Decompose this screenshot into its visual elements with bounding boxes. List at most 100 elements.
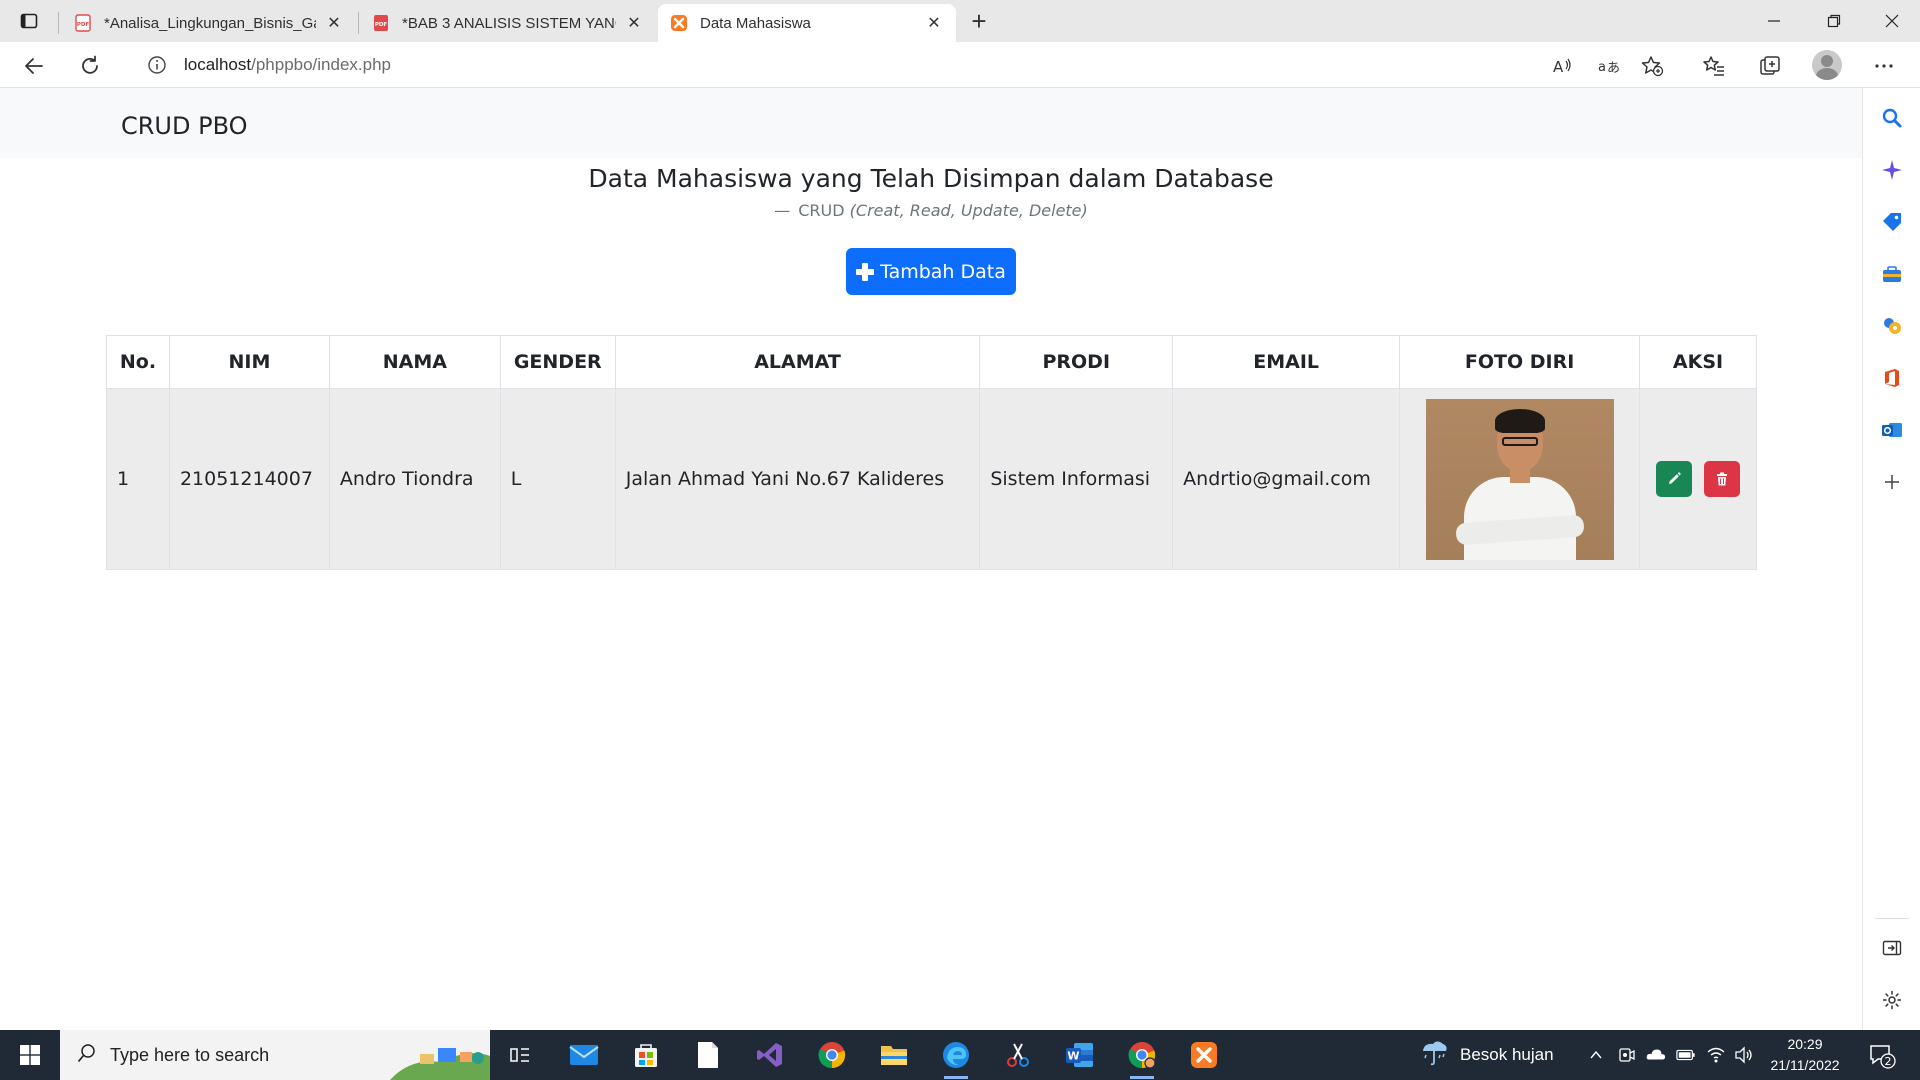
profile-avatar[interactable]	[1812, 50, 1842, 80]
windows-start-icon[interactable]	[0, 1030, 60, 1080]
cell-foto	[1399, 388, 1641, 570]
close-icon[interactable]: ✕	[324, 13, 344, 33]
add-icon[interactable]	[1879, 469, 1905, 495]
clock-date: 21/11/2022	[1770, 1057, 1840, 1073]
search-placeholder: Type here to search	[110, 1044, 270, 1065]
info-icon[interactable]	[146, 54, 168, 76]
plus-icon	[856, 262, 875, 281]
xampp-icon[interactable]	[1184, 1035, 1224, 1075]
edge-sidebar	[1862, 88, 1920, 1030]
outlook-icon[interactable]	[1879, 417, 1905, 443]
pdf-icon: PDF	[74, 14, 92, 32]
tools-icon[interactable]	[1879, 261, 1905, 287]
refresh-icon[interactable]	[72, 48, 108, 84]
mail-icon[interactable]	[564, 1035, 604, 1075]
taskbar-search[interactable]: Type here to search	[60, 1030, 490, 1080]
weather-widget[interactable]: Besok hujan	[1420, 1030, 1554, 1080]
col-header-gender: GENDER	[499, 335, 616, 389]
page-subtitle: — CRUD (Creat, Read, Update, Delete)	[774, 201, 1088, 220]
snipping-tool-icon[interactable]	[998, 1035, 1038, 1075]
restore-icon[interactable]	[1806, 0, 1862, 42]
tab-analisa[interactable]: PDF *Analisa_Lingkungan_Bisnis_Garuda ✕	[62, 4, 356, 42]
system-clock[interactable]: 20:29 21/11/2022	[1755, 1034, 1855, 1076]
address-bar[interactable]: localhost/phppbo/index.php	[124, 46, 1644, 84]
wifi-icon[interactable]	[1706, 1045, 1726, 1065]
svg-text:a: a	[1598, 60, 1606, 75]
new-tab-button[interactable]: +	[964, 6, 994, 36]
close-window-icon[interactable]	[1864, 0, 1920, 42]
close-icon[interactable]: ✕	[624, 13, 644, 33]
weather-text: Besok hujan	[1460, 1045, 1554, 1064]
close-icon[interactable]: ✕	[924, 13, 944, 33]
pdf-icon: PDF	[372, 14, 390, 32]
hide-sidebar-icon[interactable]	[1879, 935, 1905, 961]
onedrive-icon[interactable]	[1646, 1045, 1666, 1065]
sidebar-divider	[1875, 918, 1909, 919]
task-view-icon[interactable]	[500, 1035, 540, 1075]
delete-button[interactable]	[1704, 461, 1741, 497]
settings-gear-icon[interactable]	[1879, 987, 1905, 1013]
url-text[interactable]: localhost/phppbo/index.php	[184, 55, 391, 75]
svg-text:あ: あ	[1607, 61, 1619, 76]
read-aloud-icon[interactable]: A	[1546, 50, 1578, 82]
more-icon[interactable]	[1868, 50, 1900, 82]
col-header-nim: NIM	[168, 335, 330, 389]
tab-strip: PDF *Analisa_Lingkungan_Bisnis_Garuda ✕ …	[0, 0, 1920, 42]
back-icon[interactable]	[16, 48, 52, 84]
pencil-icon	[1669, 472, 1681, 484]
edit-button[interactable]	[1656, 461, 1692, 497]
minimize-icon[interactable]	[1746, 0, 1802, 42]
trash-icon	[1717, 472, 1728, 486]
file-explorer-icon[interactable]	[874, 1035, 914, 1075]
visual-studio-icon[interactable]	[750, 1035, 790, 1075]
chrome-profile-icon[interactable]	[1122, 1035, 1162, 1079]
col-header-foto: FOTO DIRI	[1399, 335, 1641, 389]
cell-alamat: Jalan Ahmad Yani No.67 Kalideres	[614, 388, 981, 570]
meet-now-icon[interactable]	[1616, 1045, 1636, 1065]
search-icon[interactable]	[1879, 105, 1905, 131]
cell-nama: Andro Tiondra	[328, 388, 501, 570]
office-icon[interactable]	[1879, 365, 1905, 391]
sparkle-icon[interactable]	[1879, 157, 1905, 183]
favorites-icon[interactable]	[1698, 50, 1730, 82]
browser-toolbar: localhost/phppbo/index.php A aあ	[0, 42, 1920, 88]
cell-gender: L	[499, 388, 616, 570]
collections-icon[interactable]	[1754, 50, 1786, 82]
table-header-row: No. NIM NAMA GENDER ALAMAT PRODI EMAIL F…	[106, 335, 1757, 389]
tab-actions-icon[interactable]	[14, 9, 44, 33]
tab-title: *BAB 3 ANALISIS SISTEM YANG BERJALAN	[402, 14, 616, 32]
svg-text:PDF: PDF	[77, 22, 90, 28]
notification-center-icon[interactable]: 2	[1868, 1042, 1896, 1070]
tab-bab3[interactable]: PDF *BAB 3 ANALISIS SISTEM YANG BERJALAN…	[360, 4, 656, 42]
col-header-nama: NAMA	[328, 335, 501, 389]
volume-icon[interactable]	[1734, 1045, 1754, 1065]
table-row: 1 21051214007 Andro Tiondra L Jalan Ahma…	[106, 388, 1757, 570]
svg-text:PDF: PDF	[375, 22, 388, 28]
chrome-icon[interactable]	[812, 1035, 852, 1075]
translate-icon[interactable]: aあ	[1592, 50, 1624, 82]
battery-icon[interactable]	[1676, 1045, 1696, 1065]
add-favorite-icon[interactable]	[1636, 50, 1668, 82]
page-title: Data Mahasiswa yang Telah Disimpan dalam…	[588, 164, 1274, 193]
xampp-icon	[670, 14, 688, 32]
col-header-email: EMAIL	[1172, 335, 1401, 389]
games-icon[interactable]	[1879, 313, 1905, 339]
shopping-tag-icon[interactable]	[1879, 209, 1905, 235]
clock-time: 20:29	[1787, 1036, 1823, 1052]
col-header-aksi: AKSI	[1639, 335, 1757, 389]
edge-icon[interactable]	[936, 1035, 976, 1079]
chevron-up-icon[interactable]	[1586, 1045, 1606, 1065]
cell-email: Andrtio@gmail.com	[1172, 388, 1401, 570]
search-icon	[76, 1042, 98, 1069]
navbar: CRUD PBO	[0, 88, 1862, 158]
file-icon[interactable]	[688, 1035, 728, 1075]
col-header-no: No.	[106, 335, 170, 389]
tab-data-mahasiswa[interactable]: Data Mahasiswa ✕	[658, 4, 956, 42]
tab-separator	[358, 12, 359, 34]
store-icon[interactable]	[626, 1035, 666, 1075]
search-highlight-image	[390, 1038, 490, 1080]
word-icon[interactable]: W	[1060, 1035, 1100, 1075]
navbar-brand[interactable]: CRUD PBO	[121, 112, 248, 140]
tab-separator	[58, 12, 59, 34]
add-data-button[interactable]: Tambah Data	[846, 248, 1016, 295]
